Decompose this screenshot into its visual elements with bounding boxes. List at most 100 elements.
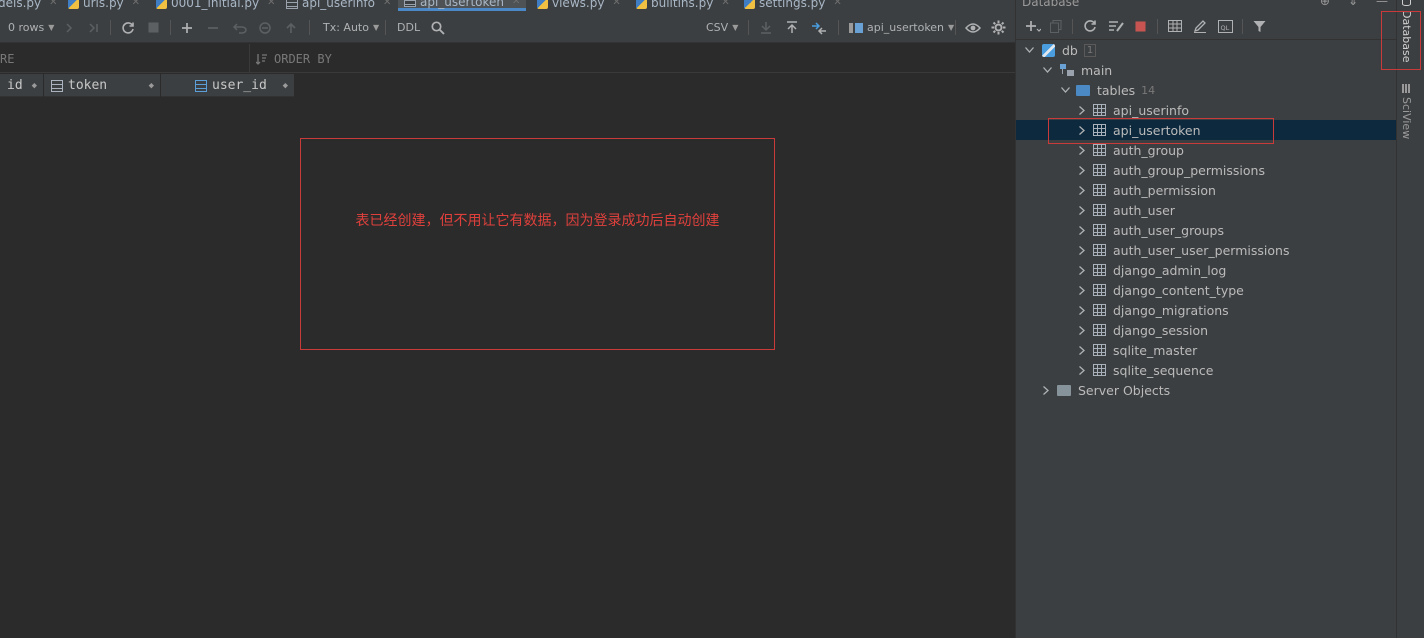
chevron-right-icon[interactable] (1075, 245, 1089, 255)
chevron-right-icon[interactable] (1075, 185, 1089, 195)
order-by-input[interactable]: ORDER BY (256, 52, 332, 66)
table-icon (286, 0, 298, 9)
datasource-dropdown[interactable]: api_usertoken ▼ (849, 12, 954, 43)
transaction-mode-dropdown[interactable]: Tx: Auto ▼ (323, 12, 379, 43)
tree-node-auth-user[interactable]: auth_user (1016, 200, 1397, 220)
chevron-right-icon[interactable] (1075, 265, 1089, 275)
chevron-right-icon[interactable] (1075, 325, 1089, 335)
chevron-right-icon[interactable] (1075, 145, 1089, 155)
column-header-row: id ◆ token ◆ user_id ◆ (0, 74, 295, 97)
sort-icon (256, 54, 267, 65)
stop-icon[interactable] (1135, 12, 1146, 40)
chevron-down-icon[interactable] (1040, 67, 1054, 73)
schema-settings-icon[interactable] (1108, 12, 1124, 40)
chevron-right-icon[interactable] (1075, 205, 1089, 215)
toolbar-separator (955, 20, 956, 35)
hide-panel-icon[interactable]: — (1376, 0, 1388, 8)
chevron-right-icon[interactable] (1075, 225, 1089, 235)
view-icon[interactable] (965, 12, 981, 43)
tab-urls-py[interactable]: urls.py ✕ (68, 0, 140, 11)
tree-node-auth-group-permissions[interactable]: auth_group_permissions (1016, 160, 1397, 180)
close-icon[interactable]: ✕ (512, 0, 520, 9)
tree-node-django-content-type[interactable]: django_content_type (1016, 280, 1397, 300)
tree-node-db[interactable]: db 1 (1016, 40, 1397, 60)
sort-toggle-icon[interactable]: ◆ (283, 81, 288, 91)
toolbar-separator (1242, 19, 1243, 34)
chevron-right-icon[interactable] (1039, 385, 1053, 395)
tree-node-api-userinfo[interactable]: api_userinfo (1016, 100, 1397, 120)
tab-views-py[interactable]: views.py ✕ (537, 0, 621, 11)
close-icon[interactable]: ✕ (267, 0, 275, 10)
tree-node-auth-user-user-permissions[interactable]: auth_user_user_permissions (1016, 240, 1397, 260)
tree-node-sqlite-sequence[interactable]: sqlite_sequence (1016, 360, 1397, 380)
tab-0001-initial-py[interactable]: 0001_initial.py ✕ (156, 0, 275, 11)
chevron-right-icon[interactable] (1075, 345, 1089, 355)
tree-node-django-admin-log[interactable]: django_admin_log (1016, 260, 1397, 280)
remove-row-icon[interactable] (207, 12, 219, 43)
stop-icon[interactable] (148, 12, 159, 43)
close-icon[interactable]: ✕ (612, 0, 620, 10)
tree-node-main[interactable]: main (1016, 60, 1397, 80)
column-header-user-id[interactable]: user_id ◆ (161, 74, 295, 97)
chevron-right-icon[interactable] (1075, 365, 1089, 375)
chevron-down-icon[interactable] (1058, 87, 1072, 93)
collapse-icon[interactable]: ⇕ (1348, 0, 1358, 8)
compare-icon[interactable] (811, 12, 827, 43)
chevron-right-icon[interactable] (1075, 165, 1089, 175)
close-icon[interactable]: ✕ (383, 0, 391, 10)
chevron-right-icon[interactable] (1075, 305, 1089, 315)
chevron-right-icon[interactable] (1075, 285, 1089, 295)
tree-node-tables[interactable]: tables 14 (1016, 80, 1397, 100)
close-icon[interactable]: ✕ (132, 0, 140, 10)
search-icon[interactable] (431, 12, 445, 43)
data-editor-toolbar: 0 rows ▼ Tx: Auto ▼ DDL CSV ▼ api_usertoken… (0, 12, 1015, 43)
where-filter-input[interactable]: RE (0, 52, 14, 66)
filter-divider (249, 44, 250, 73)
tree-node-auth-permission[interactable]: auth_permission (1016, 180, 1397, 200)
table-icon (1093, 104, 1106, 116)
close-icon[interactable]: ✕ (721, 0, 729, 10)
toolbar-separator (385, 20, 386, 35)
tree-node-django-session[interactable]: django_session (1016, 320, 1397, 340)
download-icon[interactable] (760, 12, 772, 43)
duplicate-icon[interactable] (1050, 12, 1062, 40)
upload-icon[interactable] (786, 12, 798, 43)
export-format-dropdown[interactable]: CSV ▼ (706, 12, 738, 43)
tree-node-sqlite-master[interactable]: sqlite_master (1016, 340, 1397, 360)
tree-node-auth-user-groups[interactable]: auth_user_groups (1016, 220, 1397, 240)
tree-node-server-objects[interactable]: Server Objects (1016, 380, 1397, 400)
last-page-icon[interactable] (88, 12, 100, 43)
globe-icon[interactable]: ⊕ (1320, 0, 1330, 8)
table-icon[interactable] (1168, 12, 1182, 40)
tab-settings-py[interactable]: settings.py ✕ (744, 0, 842, 11)
tab-api-userinfo[interactable]: api_userinfo ✕ (286, 0, 391, 11)
submit-icon[interactable] (285, 12, 297, 43)
sort-toggle-icon[interactable]: ◆ (32, 81, 37, 91)
next-page-icon[interactable] (64, 12, 74, 43)
tree-node-django-migrations[interactable]: django_migrations (1016, 300, 1397, 320)
chevron-right-icon[interactable] (1075, 105, 1089, 115)
chevron-down-icon[interactable] (1022, 47, 1036, 53)
tab-api-usertoken[interactable]: api_usertoken ✕ (398, 0, 527, 11)
rows-dropdown[interactable]: 0 rows ▼ (8, 12, 54, 43)
sort-toggle-icon[interactable]: ◆ (149, 81, 154, 91)
add-row-icon[interactable] (181, 12, 193, 43)
sciview-tool-tab[interactable]: SciView (1400, 84, 1413, 139)
refresh-icon[interactable] (1083, 12, 1097, 40)
filter-icon[interactable] (1253, 12, 1266, 40)
column-header-token[interactable]: token ◆ (44, 74, 161, 97)
preview-changes-icon[interactable] (258, 12, 272, 43)
ddl-button[interactable]: DDL (397, 12, 420, 43)
revert-icon[interactable] (233, 12, 247, 43)
toolbar-separator (748, 20, 749, 35)
gear-icon[interactable] (991, 12, 1006, 43)
close-icon[interactable]: ✕ (49, 0, 57, 10)
edit-icon[interactable] (1193, 12, 1207, 40)
close-icon[interactable]: ✕ (833, 0, 841, 10)
column-header-id[interactable]: id ◆ (0, 74, 44, 97)
sql-console-icon[interactable]: QL (1218, 12, 1233, 40)
refresh-icon[interactable] (121, 12, 135, 43)
add-datasource-icon[interactable] (1025, 12, 1041, 40)
tab-models-py[interactable]: dels.py ✕ (0, 0, 58, 11)
tab-builtins-py[interactable]: builtins.py ✕ (636, 0, 730, 11)
